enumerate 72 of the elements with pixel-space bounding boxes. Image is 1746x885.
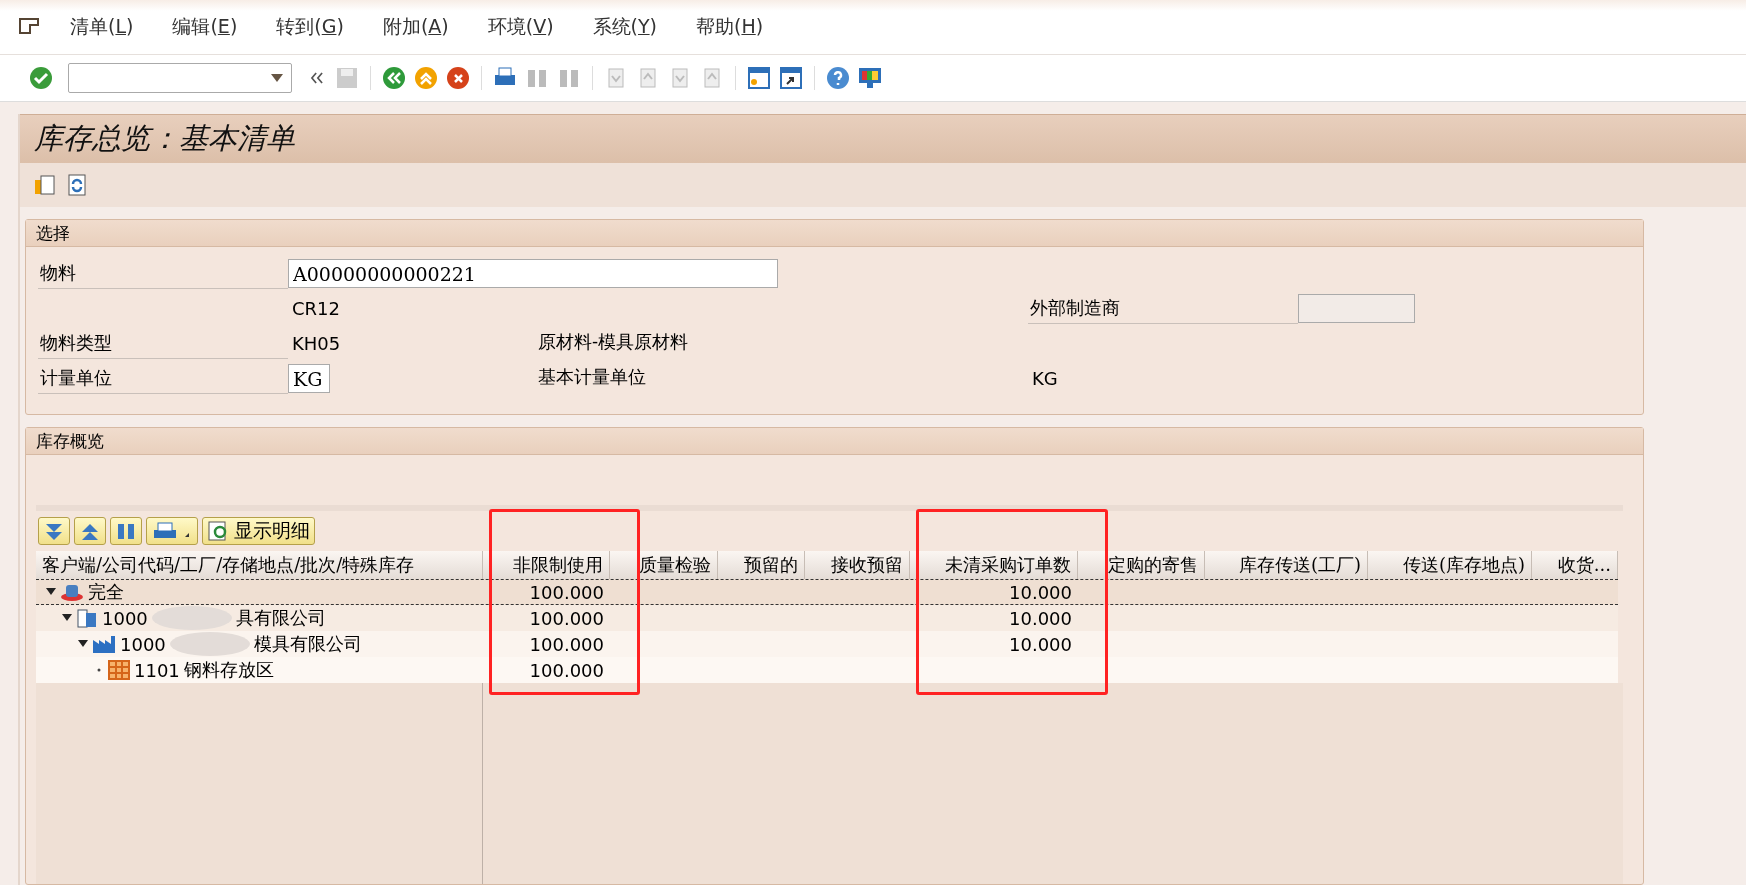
up-icon[interactable] (413, 65, 439, 91)
unit-field[interactable]: KG (288, 364, 330, 393)
menu-item[interactable]: 帮助(H) (696, 14, 764, 40)
material-field[interactable]: A00000000000221 (288, 259, 778, 288)
table-cell-text: 100.000 (528, 606, 605, 631)
caret-icon[interactable] (271, 74, 283, 82)
find-button[interactable] (110, 517, 142, 545)
factory-icon (92, 634, 116, 654)
tree-node[interactable]: 完全 (36, 580, 483, 604)
menu-icon[interactable] (18, 17, 40, 37)
expand-all-button[interactable] (38, 517, 70, 545)
material-type-text: 原材料-模具原材料 (538, 330, 690, 354)
expander-icon[interactable] (62, 614, 72, 622)
tree-node[interactable]: 1000 模具有限公司 (36, 631, 483, 657)
print-button[interactable] (146, 517, 198, 545)
node-code: 1000 (120, 633, 166, 655)
node-code: 1101 (134, 659, 180, 681)
expander-icon[interactable] (46, 588, 56, 596)
show-details-button[interactable]: 显示明细 (202, 517, 315, 545)
column-header[interactable]: 传送(库存地点) (1368, 551, 1532, 579)
expander-icon[interactable] (78, 640, 88, 648)
table-cell-text: 10.000 (1008, 606, 1073, 631)
table-cell-text: 10.000 (1008, 632, 1073, 657)
check-icon[interactable] (28, 65, 54, 91)
building-icon (76, 607, 98, 629)
back-icon[interactable] (381, 65, 407, 91)
field-label: 物料类型 (38, 331, 288, 359)
monitor-icon[interactable] (857, 65, 883, 91)
column-header[interactable]: 预留的 (718, 551, 805, 579)
node-code: 1000 (102, 607, 148, 629)
menu-item[interactable]: 清单(L) (70, 14, 134, 40)
group-title: 选择 (26, 220, 1643, 247)
material-type-code: KH05 (291, 333, 342, 356)
menu-item[interactable]: 系统(Y) (592, 14, 657, 40)
collapse-all-button[interactable] (74, 517, 106, 545)
base-unit-value: KG (1031, 368, 1059, 391)
node-name: 钢料存放区 (183, 658, 274, 682)
column-header[interactable]: 客户端/公司代码/工厂/存储地点/批次/特殊库存 (36, 551, 483, 579)
manufacturer-field[interactable] (1298, 294, 1415, 323)
tree-node[interactable]: 1000 具有限公司 (36, 605, 483, 631)
node-code: 完全 (88, 580, 124, 604)
column-header[interactable]: 接收预留 (805, 551, 910, 579)
shelf-icon (108, 660, 130, 680)
column-header[interactable]: 非限制使用 (483, 551, 610, 579)
table-cell-text: 100.000 (528, 632, 605, 657)
field-label: 基本计量单位 (538, 365, 647, 389)
help-icon[interactable] (825, 65, 851, 91)
table-cell-text: 100.000 (528, 580, 605, 604)
column-header[interactable]: 收货... (1532, 551, 1618, 579)
page-title: 库存总览：基本清单 (34, 120, 295, 157)
node-name: 具有限公司 (235, 606, 326, 630)
field-label: 外部制造商 (1028, 296, 1298, 324)
tree-node[interactable]: 1101 钢料存放区 (36, 657, 483, 683)
field-label: 物料 (38, 261, 288, 289)
menu-item[interactable]: 环境(V) (487, 14, 554, 40)
column-header[interactable]: 库存传送(工厂) (1205, 551, 1368, 579)
command-field[interactable] (68, 63, 292, 93)
table-cell-text: 10.000 (1008, 580, 1073, 604)
column-header[interactable]: 质量检验 (610, 551, 718, 579)
menu-item[interactable]: 转到(G) (276, 14, 344, 40)
shortcut-icon[interactable] (778, 65, 804, 91)
node-name: 模具有限公司 (253, 632, 362, 656)
column-header[interactable]: 定购的寄售 (1078, 551, 1205, 579)
menu-item[interactable]: 附加(A) (382, 14, 449, 40)
window-icon[interactable] (746, 65, 772, 91)
menu-item[interactable]: 编辑(E) (172, 14, 238, 40)
group-title: 库存概览 (26, 428, 1643, 455)
field-label: 计量单位 (38, 366, 288, 394)
table-cell-text: 100.000 (528, 658, 605, 683)
material-description: CR12 (291, 298, 341, 321)
cancel-icon[interactable] (445, 65, 471, 91)
column-header[interactable]: 未清采购订单数 (910, 551, 1078, 579)
